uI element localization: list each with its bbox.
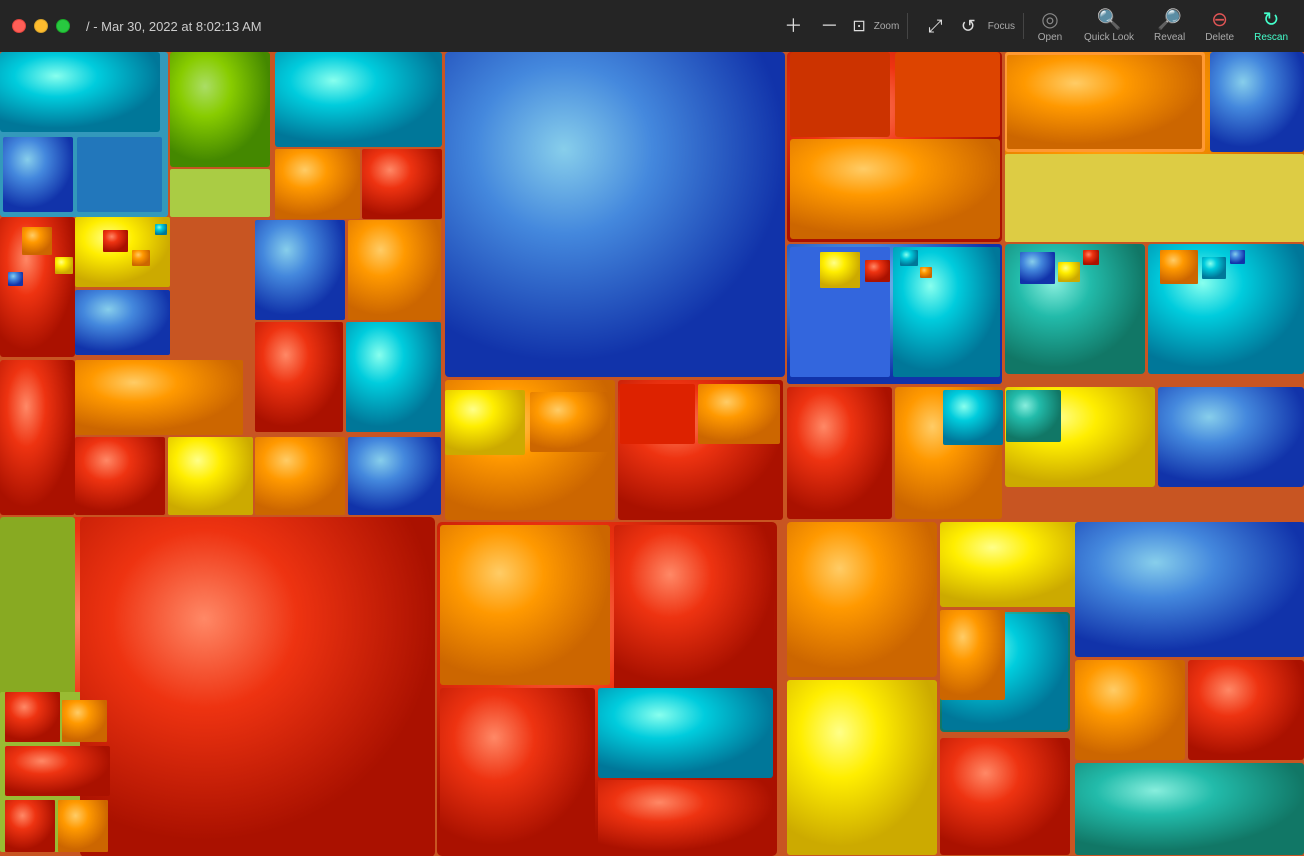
treemap-visualization[interactable] <box>0 52 1304 856</box>
focus-label: Focus <box>986 21 1015 32</box>
plus-icon: ＋ <box>784 17 802 35</box>
quicklook-button[interactable]: 🔍 Quick Look <box>1076 6 1142 47</box>
reveal-icon: 🔎 <box>1157 10 1182 30</box>
minimize-button[interactable] <box>34 19 48 33</box>
main-content[interactable] <box>0 52 1304 856</box>
delete-label: Delete <box>1205 32 1234 43</box>
zoom-in-button[interactable]: ＋ <box>776 13 810 39</box>
reveal-label: Reveal <box>1154 32 1185 43</box>
open-icon: ◎ <box>1041 10 1058 30</box>
window-title: / - Mar 30, 2022 at 8:02:13 AM <box>86 19 768 34</box>
rescan-button[interactable]: ↻ Rescan <box>1246 6 1296 47</box>
open-label: Open <box>1038 32 1062 43</box>
focus-refresh-icon: ↺ <box>961 17 976 35</box>
toolbar: ＋ － ⊡ Zoom ⤢ ↺ Focus ◎ Open <box>768 6 1304 47</box>
focus-back-icon: ⤢ <box>928 17 942 35</box>
zoom-out-button[interactable]: － <box>812 13 846 39</box>
delete-button[interactable]: ⊖ Delete <box>1197 6 1242 47</box>
quicklook-icon: 🔍 <box>1097 10 1122 30</box>
open-button[interactable]: ◎ Open <box>1028 6 1072 47</box>
titlebar: / - Mar 30, 2022 at 8:02:13 AM ＋ － ⊡ Zoo… <box>0 0 1304 52</box>
delete-icon: ⊖ <box>1211 10 1228 30</box>
focus-group: ⤢ ↺ Focus <box>912 13 1024 39</box>
minus-icon: － <box>820 17 838 35</box>
fit-icon: ⊡ <box>852 16 865 36</box>
rescan-label: Rescan <box>1254 32 1288 43</box>
close-button[interactable] <box>12 19 26 33</box>
reveal-button[interactable]: 🔎 Reveal <box>1146 6 1193 47</box>
focus-back-button[interactable]: ⤢ <box>920 13 950 39</box>
zoom-label: Zoom <box>872 21 900 32</box>
rescan-icon: ↻ <box>1263 10 1280 30</box>
traffic-lights <box>0 19 70 33</box>
focus-refresh-button[interactable]: ↺ <box>953 13 984 39</box>
maximize-button[interactable] <box>56 19 70 33</box>
zoom-group: ＋ － ⊡ Zoom <box>768 13 908 39</box>
quicklook-label: Quick Look <box>1084 32 1134 43</box>
